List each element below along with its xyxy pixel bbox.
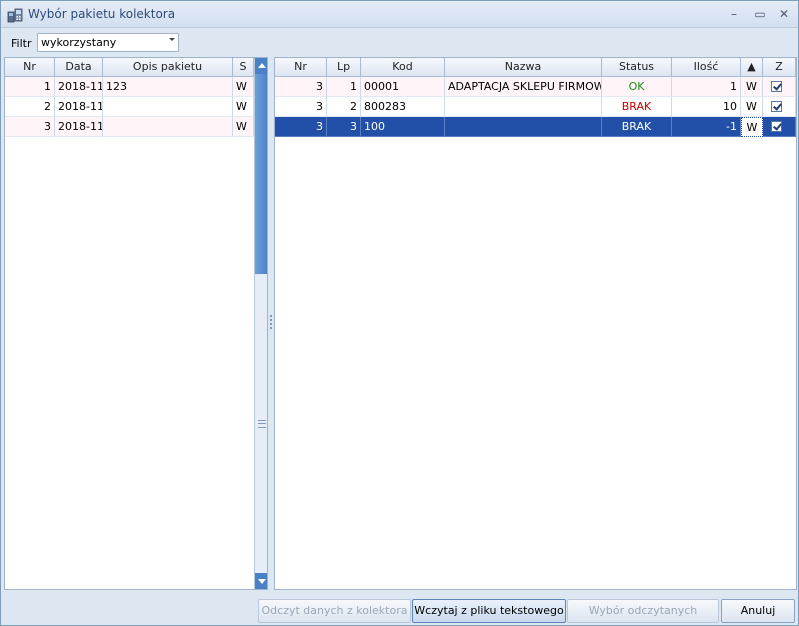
cell-s: W [233,117,254,137]
footer-bar: Odczyt danych z kolektora Wczytaj z plik… [1,591,798,625]
column-header-sort[interactable]: ▲ [741,58,763,77]
cell-kod: 100 [361,117,445,137]
checkbox-z[interactable] [771,101,782,112]
scroll-grip-icon [258,420,266,428]
title-bar: Wybór pakietu kolektora – ▭ ✕ [1,1,798,28]
cell-nr: 1 [5,77,55,97]
cell-kod: 800283 [361,97,445,117]
cell-nr: 3 [275,77,327,97]
cell-w: W [741,77,763,97]
vertical-scrollbar[interactable] [254,58,267,589]
filter-label: Filtr [11,37,32,50]
column-header-ilosc[interactable]: Ilość [672,58,741,77]
cell-status: BRAK [602,117,672,137]
column-header-nr[interactable]: Nr [275,58,327,77]
column-header-z[interactable]: Z [763,58,796,77]
column-header-nr[interactable]: Nr [5,58,55,77]
chevron-down-icon[interactable] [169,38,175,41]
column-header-data[interactable]: Data [55,58,103,77]
checkbox-z[interactable] [771,81,782,92]
packages-grid: Nr Data Opis pakietu S 1 2018-11- 123 W … [4,57,268,590]
column-header-s[interactable]: S [233,58,254,77]
cell-opis: 123 [103,77,233,97]
cell-ilosc: 1 [672,77,741,97]
cell-s: W [233,77,254,97]
load-text-file-button[interactable]: Wczytaj z pliku tekstowego [412,599,566,623]
cell-opis [103,117,233,137]
select-read-packages-button[interactable]: Wybór odczytanych pakietów [567,599,719,623]
arrow-up-icon [258,63,266,68]
table-row[interactable]: 3 2018-11- W [5,117,254,137]
column-header-nazwa[interactable]: Nazwa [445,58,602,77]
cell-z [763,117,796,137]
maximize-button[interactable]: ▭ [749,5,771,23]
cell-data: 2018-11- [55,77,103,97]
table-row[interactable]: 1 2018-11- 123 W [5,77,254,97]
cell-z [763,77,796,97]
cell-nr: 3 [5,117,55,137]
cell-data: 2018-11- [55,117,103,137]
package-items-grid: Nr Lp Kod Nazwa Status Ilość ▲ Z 3 1 000… [274,57,797,590]
cell-ilosc: 10 [672,97,741,117]
filter-select[interactable]: wykorzystany [37,33,179,52]
cell-nazwa [445,97,602,117]
cell-nazwa: ADAPTACJA SKLEPU FIRMOW [445,77,602,97]
column-header-lp[interactable]: Lp [327,58,361,77]
cell-status: OK [602,77,672,97]
cell-lp: 3 [327,117,361,137]
cell-nr: 2 [5,97,55,117]
table-row-selected[interactable]: 3 3 100 BRAK -1 W [275,117,796,137]
splitter-grip-icon [270,315,272,329]
cell-nr: 3 [275,117,327,137]
cell-nr: 3 [275,97,327,117]
read-collector-button[interactable]: Odczyt danych z kolektora [258,599,411,623]
window-title: Wybór pakietu kolektora [28,7,176,21]
cell-kod: 00001 [361,77,445,97]
cell-nazwa [445,117,602,137]
panel-splitter[interactable] [269,57,273,590]
close-button[interactable]: ✕ [773,5,795,23]
table-row[interactable]: 2 2018-11- W [5,97,254,117]
filter-value: wykorzystany [41,36,117,49]
column-header-status[interactable]: Status [602,58,672,77]
cell-opis [103,97,233,117]
collector-device-icon [7,8,23,23]
cell-lp: 1 [327,77,361,97]
cancel-button[interactable]: Anuluj [721,599,795,623]
cell-w: W [741,97,763,117]
cell-status: BRAK [602,97,672,117]
column-header-opis[interactable]: Opis pakietu [103,58,233,77]
arrow-down-icon [258,579,266,584]
scroll-down-button[interactable] [255,573,267,589]
table-row[interactable]: 3 2 800283 BRAK 10 W [275,97,796,117]
minimize-button[interactable]: – [723,5,745,23]
cell-z [763,97,796,117]
cell-w: W [741,117,763,137]
scroll-up-button[interactable] [255,58,267,74]
checkbox-z[interactable] [771,121,782,132]
cell-data: 2018-11- [55,97,103,117]
table-row[interactable]: 3 1 00001 ADAPTACJA SKLEPU FIRMOW OK 1 W [275,77,796,97]
cell-s: W [233,97,254,117]
dialog-window: Wybór pakietu kolektora – ▭ ✕ Filtr wyko… [0,0,799,626]
cell-lp: 2 [327,97,361,117]
column-header-kod[interactable]: Kod [361,58,445,77]
cell-ilosc: -1 [672,117,741,137]
scroll-thumb[interactable] [255,74,267,274]
